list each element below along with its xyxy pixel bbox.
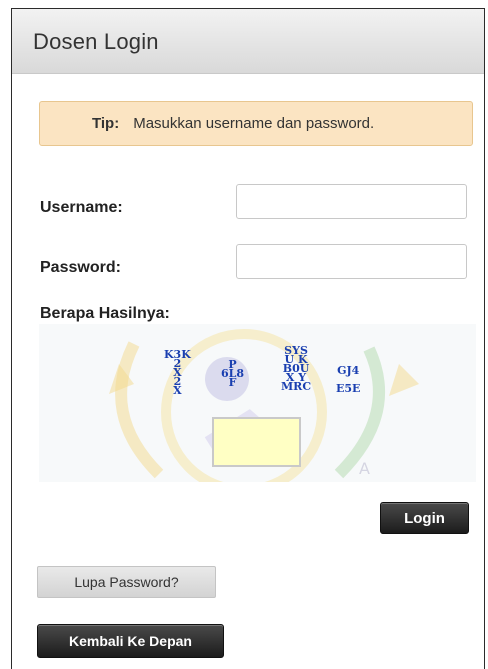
page-title: Dosen Login	[33, 29, 159, 54]
captcha-glyphs-3: SYS U K B0U X Y MRC	[281, 344, 312, 393]
captcha-answer-input[interactable]	[212, 417, 301, 467]
tip-alert: Tip: Masukkan username dan password.	[39, 101, 473, 146]
login-button[interactable]: Login	[380, 502, 469, 534]
password-label: Password:	[40, 259, 121, 276]
forgot-password-button[interactable]: Lupa Password?	[37, 566, 216, 598]
tip-label: Tip:	[92, 115, 120, 132]
captcha-label: Berapa Hasilnya:	[40, 305, 170, 322]
captcha-glyphs-2: P 6L8 F	[221, 358, 245, 389]
login-panel: Dosen Login Tip: Masukkan username dan p…	[11, 8, 485, 669]
username-label: Username:	[40, 199, 123, 216]
back-home-button[interactable]: Kembali Ke Depan	[37, 624, 224, 658]
captcha-glyphs-1: K3K 2 X 2 X	[164, 348, 191, 397]
username-input[interactable]	[236, 184, 467, 219]
tip-text: Masukkan username dan password.	[133, 115, 375, 132]
captcha-glyphs-4: GJ4 E5E	[336, 364, 361, 395]
captcha-image: A K3K 2 X 2 X P 6L8 F SYS U K B0U X Y MR…	[39, 324, 476, 482]
panel-header: Dosen Login	[12, 9, 484, 74]
password-input[interactable]	[236, 244, 467, 279]
svg-text:A: A	[359, 459, 370, 478]
